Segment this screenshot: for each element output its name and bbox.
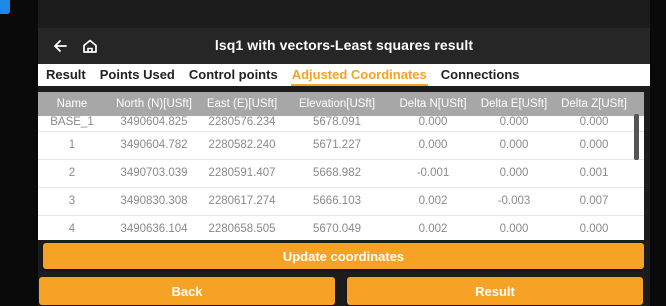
cell-east: 2280582.240	[208, 139, 276, 151]
cell-delta-n: 0.002	[418, 223, 448, 235]
table-scrollbar[interactable]	[634, 114, 639, 160]
cell-elevation: 5670.049	[313, 223, 361, 235]
cell-delta-n: 0.002	[418, 195, 448, 207]
cell-north: 3490604.782	[120, 139, 188, 151]
table-header: Name North (N)[USft] East (E)[USft] Elev…	[38, 92, 644, 116]
result-button[interactable]: Result	[347, 277, 643, 305]
tab-control-points[interactable]: Control points	[182, 64, 285, 86]
coordinates-table: Name North (N)[USft] East (E)[USft] Elev…	[38, 92, 644, 240]
tab-adjusted-coordinates[interactable]: Adjusted Coordinates	[285, 64, 434, 86]
cell-delta-z: 0.000	[579, 116, 609, 128]
cell-east: 2280617.274	[208, 195, 276, 207]
cell-east: 2280576.234	[208, 116, 276, 128]
cell-delta-e: 0.000	[499, 167, 529, 179]
back-button[interactable]: Back	[39, 277, 335, 305]
update-coordinates-button[interactable]: Update coordinates	[43, 243, 644, 269]
cell-name: 2	[68, 167, 76, 179]
cell-north: 3490636.104	[120, 223, 188, 235]
cell-elevation: 5678.091	[313, 116, 361, 128]
cell-delta-z: 0.000	[579, 223, 609, 235]
tab-bar: Result Points Used Control points Adjust…	[38, 64, 650, 86]
column-header-name[interactable]: Name	[38, 92, 106, 116]
cell-delta-e: 0.000	[499, 223, 529, 235]
cell-east: 2280658.505	[208, 223, 276, 235]
cell-name: 3	[68, 195, 76, 207]
table-row[interactable]: 4 3490636.104 2280658.505 5670.049 0.002…	[38, 216, 644, 240]
column-header-north[interactable]: North (N)[USft]	[106, 92, 202, 116]
cell-delta-n: 0.000	[418, 139, 448, 151]
table-row[interactable]: BASE_1 3490604.825 2280576.234 5678.091 …	[38, 114, 644, 132]
tab-points-used[interactable]: Points Used	[93, 64, 182, 86]
cell-north: 3490830.308	[120, 195, 188, 207]
cell-delta-z: 0.001	[579, 167, 609, 179]
table-row[interactable]: 3 3490830.308 2280617.274 5666.103 0.002…	[38, 188, 644, 216]
cell-east: 2280591.407	[208, 167, 276, 179]
cell-name: 1	[68, 139, 76, 151]
cell-elevation: 5671.227	[313, 139, 361, 151]
cell-name: 4	[68, 223, 76, 235]
column-header-east[interactable]: East (E)[USft]	[202, 92, 282, 116]
column-header-delta-n[interactable]: Delta N[USft]	[392, 92, 474, 116]
cell-delta-z: 0.000	[579, 139, 609, 151]
table-row[interactable]: 2 3490703.039 2280591.407 5668.982 -0.00…	[38, 160, 644, 188]
column-header-delta-z[interactable]: Delta Z[USft]	[554, 92, 634, 116]
cell-delta-n: -0.001	[416, 167, 450, 179]
app-screen: lsq1 with vectors-Least squares result R…	[38, 0, 650, 306]
tab-result[interactable]: Result	[38, 64, 93, 86]
tab-connections[interactable]: Connections	[434, 64, 527, 86]
cell-delta-e: 0.000	[499, 116, 529, 128]
table-row[interactable]: 1 3490604.782 2280582.240 5671.227 0.000…	[38, 132, 644, 160]
corner-marker	[0, 0, 10, 14]
app-bar: lsq1 with vectors-Least squares result	[38, 28, 650, 64]
column-header-delta-e[interactable]: Delta E[USft]	[474, 92, 554, 116]
cell-elevation: 5666.103	[313, 195, 361, 207]
cell-delta-e: -0.003	[497, 195, 531, 207]
cell-north: 3490703.039	[120, 167, 188, 179]
column-header-elevation[interactable]: Elevation[USft]	[282, 92, 392, 116]
page-title: lsq1 with vectors-Least squares result	[214, 37, 474, 53]
cell-north: 3490604.825	[120, 116, 188, 128]
cell-name: BASE_1	[50, 116, 94, 128]
cell-delta-e: 0.000	[499, 139, 529, 151]
cell-elevation: 5668.982	[313, 167, 361, 179]
cell-delta-n: 0.000	[418, 116, 448, 128]
cell-delta-z: 0.007	[579, 195, 609, 207]
